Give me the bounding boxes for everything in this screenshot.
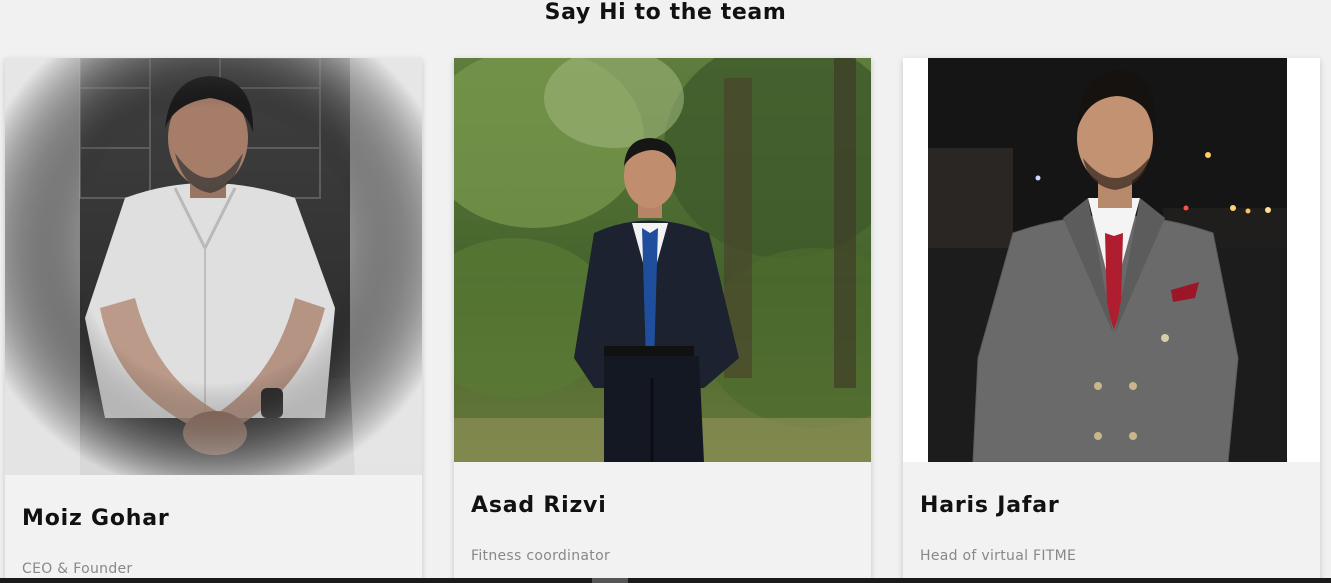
member-role: Head of virtual FITME [920,548,1077,564]
portrait-photo-asad-rizvi [454,58,871,462]
team-card-haris-jafar: Haris Jafar Head of virtual FITME [903,58,1320,583]
horizontal-scrollbar[interactable] [0,578,1331,583]
member-role: Fitness coordinator [471,548,611,564]
section-title: Say Hi to the team [544,0,787,25]
team-card-moiz-gohar: Moiz Gohar CEO & Founder [5,58,422,583]
portrait-photo-moiz-gohar [5,58,422,475]
member-name: Asad Rizvi [471,493,607,518]
team-card-asad-rizvi: Asad Rizvi Fitness coordinator [454,58,871,583]
member-role: CEO & Founder [22,561,133,577]
portrait-photo-haris-jafar [903,58,1320,462]
member-name: Moiz Gohar [22,506,170,531]
member-name: Haris Jafar [920,493,1060,518]
scrollbar-thumb[interactable] [592,578,628,583]
